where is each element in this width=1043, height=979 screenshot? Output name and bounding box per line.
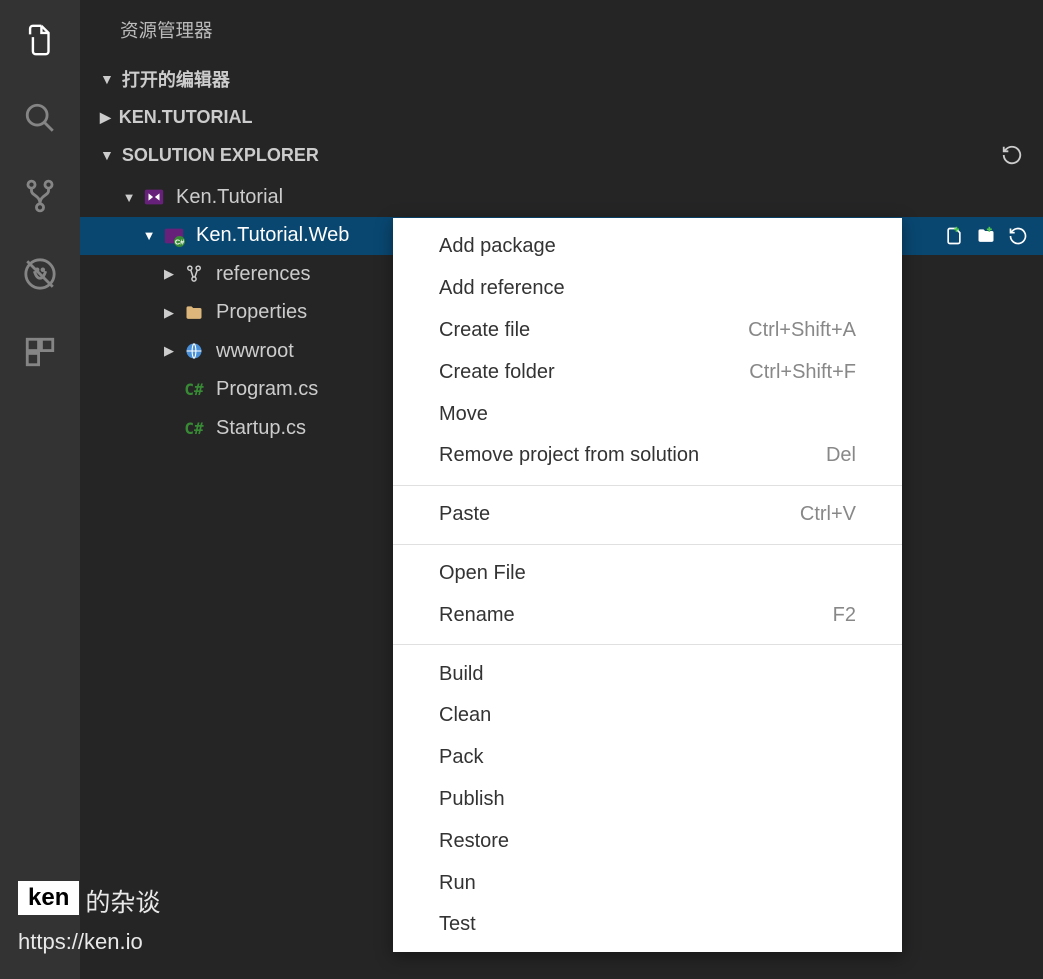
menu-run[interactable]: Run — [393, 862, 902, 904]
context-menu: Add package Add reference Create fileCtr… — [393, 218, 902, 952]
panel-title: 资源管理器 — [80, 0, 1043, 60]
menu-move[interactable]: Move — [393, 393, 902, 435]
menu-separator — [393, 544, 902, 545]
tree-label: Ken.Tutorial — [176, 186, 283, 209]
tree-label: references — [216, 263, 311, 286]
chevron-right-icon: ▶ — [160, 266, 178, 282]
section-open-editors[interactable]: ▼ 打开的编辑器 — [80, 60, 1043, 98]
section-label: 打开的编辑器 — [122, 66, 230, 92]
menu-restore[interactable]: Restore — [393, 820, 902, 862]
menu-clean[interactable]: Clean — [393, 695, 902, 737]
chevron-down-icon: ▼ — [140, 228, 158, 243]
activity-bar — [0, 0, 80, 979]
tree-label: wwwroot — [216, 340, 294, 363]
chevron-right-icon: ▶ — [160, 343, 178, 359]
chevron-right-icon: ▶ — [160, 305, 178, 321]
menu-build[interactable]: Build — [393, 653, 902, 695]
globe-folder-icon — [182, 339, 206, 363]
tree-label: Program.cs — [216, 378, 318, 401]
chevron-right-icon: ▶ — [100, 109, 111, 126]
watermark-suffix: 的杂谈 — [85, 889, 160, 917]
extensions-tab-icon[interactable] — [20, 332, 60, 372]
section-label: KEN.TUTORIAL — [119, 107, 253, 128]
tree-label: Startup.cs — [216, 417, 306, 440]
menu-pack[interactable]: Pack — [393, 737, 902, 779]
csharp-file-icon: C# — [182, 378, 206, 402]
section-project[interactable]: ▶ KEN.TUTORIAL — [80, 98, 1043, 136]
menu-create-folder[interactable]: Create folderCtrl+Shift+F — [393, 351, 902, 393]
search-tab-icon[interactable] — [20, 98, 60, 138]
svg-text:C#: C# — [175, 237, 184, 246]
menu-open-file[interactable]: Open File — [393, 553, 902, 595]
new-folder-icon[interactable] — [975, 225, 997, 247]
csharp-file-icon: C# — [182, 416, 206, 440]
menu-create-file[interactable]: Create fileCtrl+Shift+A — [393, 310, 902, 352]
tree-label: Ken.Tutorial.Web — [196, 224, 349, 247]
watermark-url: https://ken.io — [18, 929, 160, 955]
section-solution-explorer[interactable]: ▼ SOLUTION EXPLORER — [80, 136, 1043, 174]
menu-add-package[interactable]: Add package — [393, 226, 902, 268]
chevron-down-icon: ▼ — [100, 71, 114, 87]
watermark: ken的杂谈 https://ken.io — [18, 881, 160, 955]
section-label: SOLUTION EXPLORER — [122, 145, 319, 166]
refresh-icon[interactable] — [1001, 144, 1023, 171]
tree-node-solution[interactable]: ▼ Ken.Tutorial — [80, 178, 1043, 217]
menu-add-reference[interactable]: Add reference — [393, 268, 902, 310]
new-file-icon[interactable] — [943, 225, 965, 247]
chevron-down-icon: ▼ — [100, 147, 114, 163]
visual-studio-icon — [142, 185, 166, 209]
source-control-tab-icon[interactable] — [20, 176, 60, 216]
tree-label: Properties — [216, 301, 307, 324]
references-icon — [182, 262, 206, 286]
menu-publish[interactable]: Publish — [393, 779, 902, 821]
watermark-name: ken — [18, 881, 79, 915]
menu-paste[interactable]: PasteCtrl+V — [393, 494, 902, 536]
menu-test[interactable]: Test — [393, 904, 902, 946]
row-actions — [943, 225, 1029, 247]
menu-separator — [393, 485, 902, 486]
menu-separator — [393, 644, 902, 645]
refresh-icon[interactable] — [1007, 225, 1029, 247]
menu-remove-project[interactable]: Remove project from solutionDel — [393, 435, 902, 477]
menu-rename[interactable]: RenameF2 — [393, 594, 902, 636]
explorer-tab-icon[interactable] — [20, 20, 60, 60]
debug-tab-icon[interactable] — [20, 254, 60, 294]
chevron-down-icon: ▼ — [120, 190, 138, 205]
csharp-project-icon: C# — [162, 224, 186, 248]
folder-icon — [182, 301, 206, 325]
